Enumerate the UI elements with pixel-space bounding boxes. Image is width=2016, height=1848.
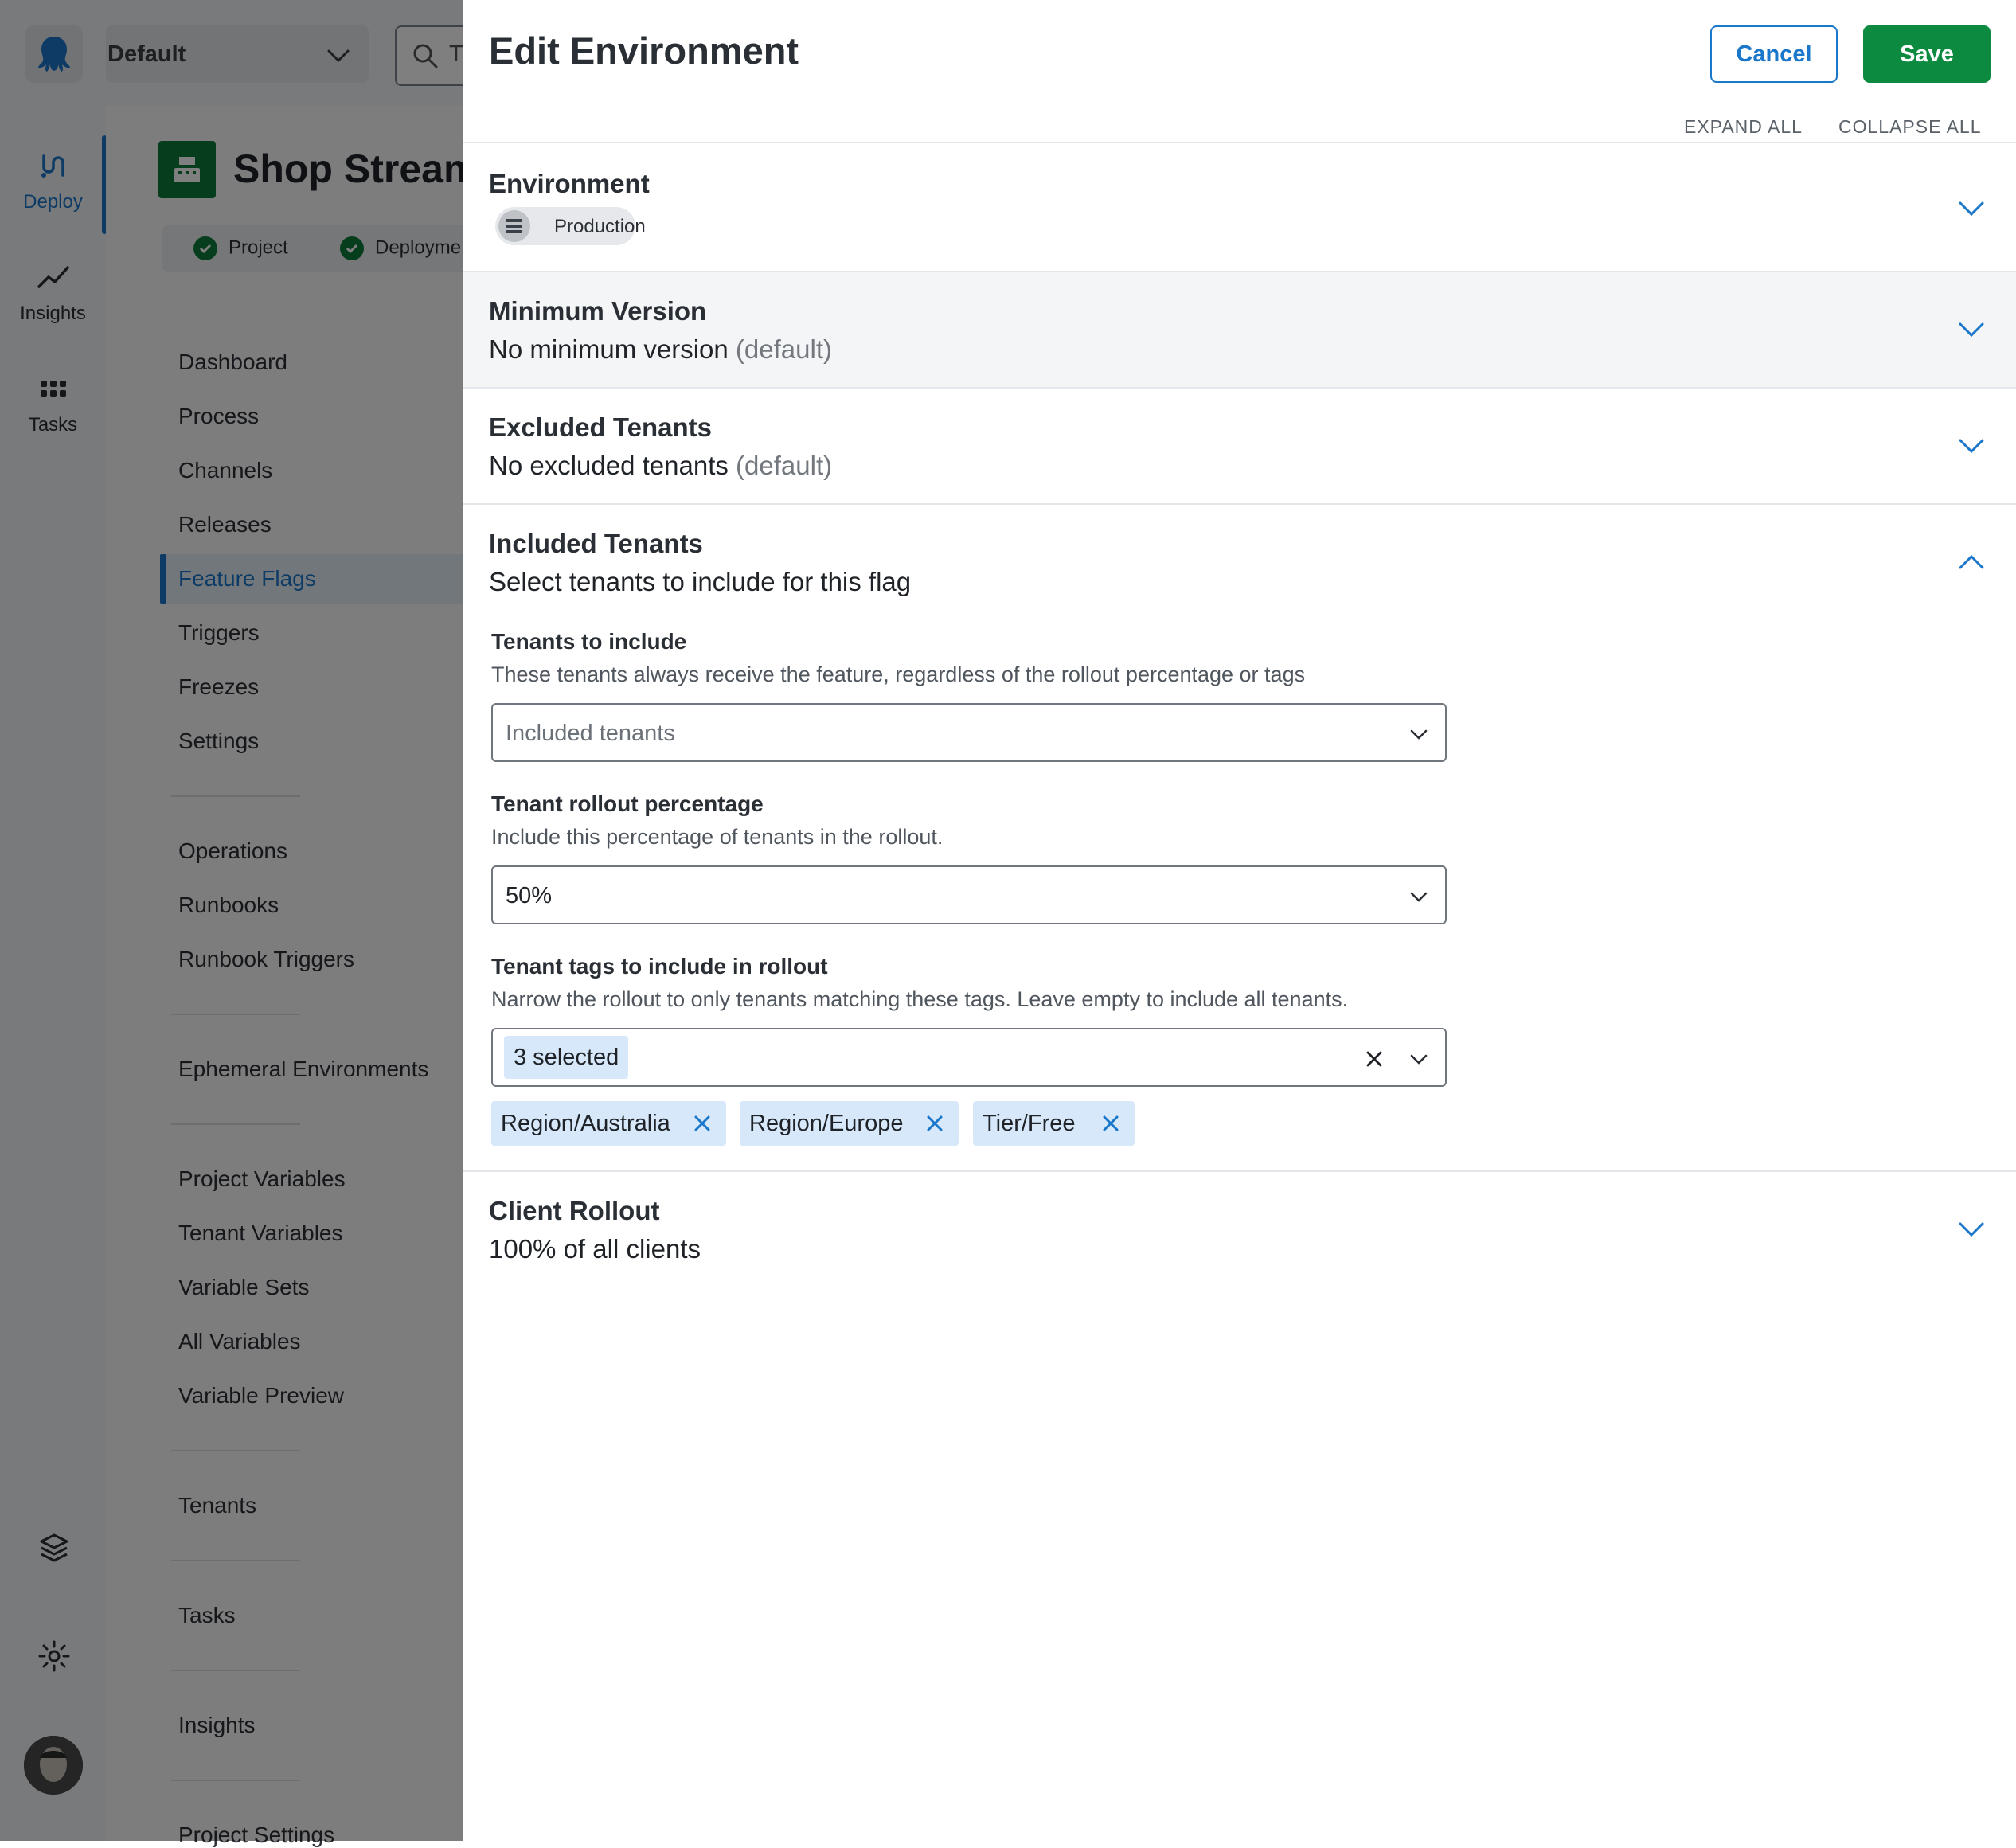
tenants-to-include-label: Tenants to include <box>491 629 687 654</box>
rollout-percentage-value: 50% <box>506 883 553 908</box>
section-title-environment: Environment <box>489 169 650 198</box>
section-summary-client-rollout: 100% of all clients <box>489 1234 701 1264</box>
rollout-percentage-label: Tenant rollout percentage <box>491 791 764 816</box>
chevron-down-icon <box>1410 892 1428 902</box>
default-marker: (default) <box>735 334 832 364</box>
default-marker: (default) <box>736 451 833 480</box>
chevron-up-icon[interactable] <box>1955 546 1987 578</box>
environment-icon <box>498 210 530 242</box>
expand-all-link[interactable]: EXPAND ALL <box>1684 116 1803 138</box>
section-title-client-rollout: Client Rollout <box>489 1196 660 1225</box>
section-title-minimum-version: Minimum Version <box>489 296 707 326</box>
section-summary-minimum-version: No minimum version (default) <box>489 334 832 365</box>
chevron-down-icon[interactable] <box>1955 314 1987 346</box>
tenant-tags-select[interactable]: 3 selected <box>491 1028 1447 1087</box>
save-button[interactable]: Save <box>1863 25 1991 83</box>
minimum-version-summary: No minimum version <box>489 334 729 364</box>
tenants-to-include-help: These tenants always receive the feature… <box>491 662 1306 686</box>
tenant-tags-label: Tenant tags to include in rollout <box>491 954 828 979</box>
tenant-tags-help: Narrow the rollout to only tenants match… <box>491 987 1349 1011</box>
chevron-down-icon <box>1410 729 1428 740</box>
remove-tag-icon[interactable] <box>1100 1112 1122 1135</box>
section-title-included-tenants[interactable]: Included Tenants <box>489 529 703 559</box>
included-tenants-select[interactable]: Included tenants <box>491 703 1447 762</box>
section-title-excluded-tenants: Excluded Tenants <box>489 412 712 442</box>
chevron-down-icon[interactable] <box>1408 1049 1429 1069</box>
rollout-percentage-select[interactable]: 50% <box>491 865 1447 924</box>
collapse-all-link[interactable]: COLLAPSE ALL <box>1838 116 1982 138</box>
section-included-tenants: Included Tenants Select tenants to inclu… <box>463 505 2016 1170</box>
tag-chip-region-australia: Region/Australia <box>491 1101 726 1146</box>
section-environment[interactable]: Environment <box>463 143 2016 271</box>
clear-icon[interactable] <box>1362 1047 1386 1071</box>
chevron-down-icon[interactable] <box>1955 1213 1987 1245</box>
chevron-down-icon[interactable] <box>1955 193 1987 225</box>
section-summary-excluded-tenants: No excluded tenants (default) <box>489 451 832 481</box>
tag-label: Tier/Free <box>983 1111 1076 1136</box>
section-client-rollout[interactable]: Client Rollout 100% of all clients <box>463 1172 2016 1287</box>
tag-chip-tier-free: Tier/Free <box>973 1101 1135 1146</box>
tag-label: Region/Australia <box>501 1111 670 1136</box>
tag-chip-region-europe: Region/Europe <box>740 1101 959 1146</box>
chevron-down-icon[interactable] <box>1955 430 1987 462</box>
included-tenants-placeholder: Included tenants <box>506 721 675 746</box>
section-summary-included-tenants: Select tenants to include for this flag <box>489 567 912 596</box>
section-excluded-tenants[interactable]: Excluded Tenants No excluded tenants (de… <box>463 389 2016 503</box>
tag-label: Region/Europe <box>749 1111 904 1136</box>
remove-tag-icon[interactable] <box>691 1112 713 1135</box>
environment-chip-label: Production <box>554 216 646 237</box>
selected-count-chip: 3 selected <box>504 1036 629 1079</box>
cancel-button[interactable]: Cancel <box>1710 25 1838 83</box>
section-minimum-version[interactable]: Minimum Version No minimum version (defa… <box>463 272 2016 387</box>
environment-chip: Production <box>495 207 646 245</box>
rollout-percentage-help: Include this percentage of tenants in th… <box>491 825 944 849</box>
edit-environment-drawer: Edit Environment Cancel Save EXPAND ALL … <box>463 0 2016 1841</box>
remove-tag-icon[interactable] <box>924 1112 946 1135</box>
drawer-title: Edit Environment <box>489 29 799 72</box>
excluded-tenants-summary: No excluded tenants <box>489 451 729 480</box>
